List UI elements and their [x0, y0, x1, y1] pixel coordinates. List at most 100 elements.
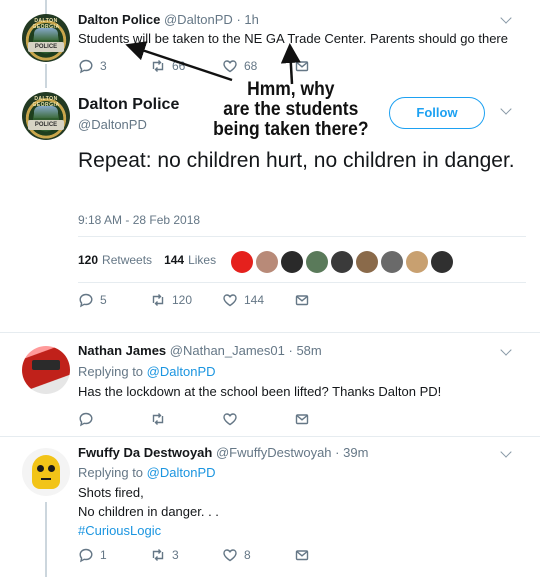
tweet-stats: 120 Retweets 144 Likes: [78, 253, 216, 267]
heart-icon: [223, 413, 237, 426]
tweet-text: Students will be taken to the NE GA Trad…: [78, 31, 508, 46]
avatar-image-detail: [32, 455, 60, 489]
tweet-actions: 3 66 68: [78, 58, 366, 74]
like-button[interactable]: 144: [222, 292, 294, 308]
like-count: 8: [244, 548, 251, 562]
tweet-timestamp[interactable]: 9:18 AM - 28 Feb 2018: [78, 213, 200, 227]
tweet-text-line: Shots fired,: [78, 485, 144, 500]
envelope-icon: [295, 295, 309, 306]
author-handle[interactable]: @DaltonPD: [78, 117, 147, 132]
avatar-plate: POLICE: [28, 42, 64, 52]
retweet-icon: [152, 413, 164, 425]
retweets-count[interactable]: 120: [78, 253, 98, 267]
reply-count: 5: [100, 293, 107, 307]
like-button[interactable]: 8: [222, 547, 294, 563]
reply-count: 1: [100, 548, 107, 562]
retweet-button[interactable]: 120: [150, 292, 222, 308]
annotation-line: are the students: [223, 99, 359, 120]
retweet-button[interactable]: 3: [150, 547, 222, 563]
tweet-text: Shots fired, No children in danger. . . …: [78, 483, 219, 540]
avatar[interactable]: DALTON GEORGIA POLICE: [22, 14, 70, 62]
author-name[interactable]: Dalton Police: [78, 12, 160, 27]
like-count: 144: [244, 293, 265, 307]
message-button[interactable]: [294, 58, 366, 74]
tweet-text: Has the lockdown at the school been lift…: [78, 384, 442, 399]
liker-avatar[interactable]: [306, 251, 328, 273]
tweet-actions: [78, 411, 366, 427]
message-button[interactable]: [294, 547, 366, 563]
likes-label[interactable]: Likes: [188, 253, 216, 267]
chevron-down-icon[interactable]: [500, 446, 512, 458]
mention-link[interactable]: @DaltonPD: [147, 465, 216, 480]
divider: [0, 436, 540, 437]
tweet-actions: 1 3 8: [78, 547, 366, 563]
avatar[interactable]: [22, 346, 70, 394]
message-button[interactable]: [294, 292, 366, 308]
annotation-line: being taken there?: [213, 119, 369, 140]
author-handle[interactable]: @Nathan_James01: [170, 343, 285, 358]
chevron-down-icon[interactable]: [500, 344, 512, 356]
retweet-icon: [152, 294, 164, 306]
tweet-time[interactable]: · 1h: [236, 12, 258, 27]
avatar-plate: POLICE: [28, 120, 64, 130]
liker-avatar[interactable]: [331, 251, 353, 273]
author-handle[interactable]: @FwuffyDestwoyah: [216, 445, 332, 460]
envelope-icon: [295, 550, 309, 561]
heart-icon: [223, 294, 237, 307]
retweet-count: 120: [172, 293, 193, 307]
avatar-emblem: [34, 28, 58, 40]
reply-icon: [79, 293, 93, 308]
author-name[interactable]: Dalton Police: [78, 96, 179, 114]
annotation-text: Hmm, why are the students being taken th…: [208, 80, 374, 140]
reply-button[interactable]: 5: [78, 292, 150, 308]
replying-prefix: Replying to: [78, 465, 144, 480]
reply-button[interactable]: [78, 411, 150, 427]
annotation-line: Hmm, why: [247, 79, 335, 100]
like-button[interactable]: [222, 411, 294, 427]
retweet-icon: [152, 549, 164, 561]
tweet-time[interactable]: · 39m: [335, 445, 368, 460]
retweets-label[interactable]: Retweets: [102, 253, 152, 267]
liker-avatar[interactable]: [356, 251, 378, 273]
tweet-header: Nathan James @Nathan_James01 · 58m: [78, 343, 322, 358]
heart-icon: [223, 549, 237, 562]
liker-avatar[interactable]: [256, 251, 278, 273]
retweet-icon: [152, 60, 164, 72]
thread-line: [45, 502, 47, 577]
tweet-text-line: No children in danger. . .: [78, 504, 219, 519]
likes-count[interactable]: 144: [164, 253, 184, 267]
likers-row: [231, 251, 456, 273]
liker-avatar[interactable]: [281, 251, 303, 273]
tweet-time[interactable]: · 58m: [289, 343, 322, 358]
chevron-down-icon[interactable]: [500, 103, 512, 115]
retweet-button[interactable]: [150, 411, 222, 427]
like-button[interactable]: 68: [222, 58, 294, 74]
avatar[interactable]: DALTON GEORGIA POLICE: [22, 92, 70, 140]
reply-icon: [79, 548, 93, 563]
message-button[interactable]: [294, 411, 366, 427]
retweet-button[interactable]: 66: [150, 58, 222, 74]
liker-avatar[interactable]: [406, 251, 428, 273]
avatar[interactable]: [22, 448, 70, 496]
liker-avatar[interactable]: [231, 251, 253, 273]
hashtag-link[interactable]: #CuriousLogic: [78, 521, 219, 540]
mention-link[interactable]: @DaltonPD: [147, 364, 216, 379]
replying-to: Replying to @DaltonPD: [78, 364, 216, 379]
tweet-actions: 5 120 144: [78, 292, 366, 308]
envelope-icon: [295, 61, 309, 72]
reply-button[interactable]: 1: [78, 547, 150, 563]
reply-button[interactable]: 3: [78, 58, 150, 74]
author-name[interactable]: Fwuffy Da Destwoyah: [78, 445, 212, 460]
retweet-count: 3: [172, 548, 179, 562]
chevron-down-icon[interactable]: [500, 12, 512, 24]
author-name[interactable]: Nathan James: [78, 343, 166, 358]
liker-avatar[interactable]: [381, 251, 403, 273]
follow-button[interactable]: Follow: [389, 97, 485, 129]
liker-avatar[interactable]: [431, 251, 453, 273]
divider: [78, 282, 526, 283]
author-handle[interactable]: @DaltonPD: [164, 12, 233, 27]
reply-count: 3: [100, 59, 107, 73]
like-count: 68: [244, 59, 258, 73]
replying-prefix: Replying to: [78, 364, 144, 379]
heart-icon: [223, 60, 237, 73]
